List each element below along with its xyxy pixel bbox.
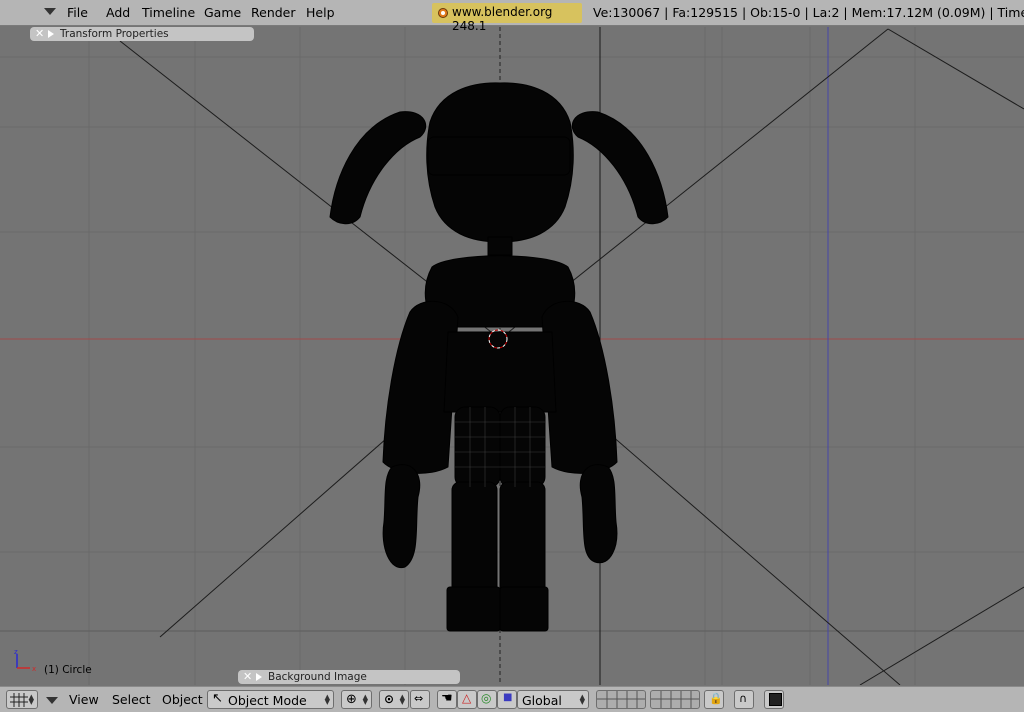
axis-z-label: z xyxy=(14,648,18,656)
character-mesh-wireframe xyxy=(329,82,669,632)
orientation-selector[interactable]: Global ▲ ▼ xyxy=(517,690,589,709)
align-icon: ⇔ xyxy=(414,692,424,705)
panel-title: Transform Properties xyxy=(60,28,169,40)
snap-toggle[interactable]: ∩ xyxy=(734,690,754,709)
editor-type-selector[interactable]: ▲ ▼ xyxy=(6,690,38,709)
layer-buttons-group-2[interactable] xyxy=(650,690,700,709)
layer-buttons-group-1[interactable] xyxy=(596,690,646,709)
blender-logo-icon xyxy=(438,8,448,18)
panel-title: Background Image xyxy=(268,671,367,683)
lock-layers-button[interactable]: 🔒 xyxy=(704,690,724,709)
transform-properties-panel-header[interactable]: ✕ Transform Properties xyxy=(30,27,254,41)
mode-label: Object Mode xyxy=(228,693,307,708)
rotate-circle-icon: ◎ xyxy=(481,691,492,705)
menu-help[interactable]: Help xyxy=(306,5,335,20)
manipulator-toggle[interactable]: ☚ xyxy=(437,690,457,709)
scale-manipulator-button[interactable]: ■ xyxy=(497,690,517,709)
spin-arrows-icon: ▲ ▼ xyxy=(362,693,368,706)
layer-grid-icon xyxy=(597,691,645,708)
menu-view[interactable]: View xyxy=(69,692,99,707)
menu-collapse-icon[interactable] xyxy=(46,697,58,704)
magnet-icon: ∩ xyxy=(739,692,748,705)
menu-render[interactable]: Render xyxy=(251,5,296,20)
menu-select[interactable]: Select xyxy=(112,692,151,707)
grid-editor-icon xyxy=(10,693,28,707)
lock-icon: 🔒 xyxy=(709,692,723,705)
layer-grid-icon xyxy=(651,691,699,708)
menu-file[interactable]: File xyxy=(67,5,88,20)
translate-triangle-icon: △ xyxy=(462,691,472,705)
menu-object[interactable]: Object xyxy=(162,692,203,707)
expand-triangle-icon[interactable] xyxy=(256,673,262,681)
scale-square-icon: ■ xyxy=(503,692,513,703)
viewport-header: ▲ ▼ View Select Object ↖ Object Mode ▲ ▼ ⊕… xyxy=(0,686,1024,712)
close-icon[interactable]: ✕ xyxy=(35,27,44,41)
background-image-panel-header[interactable]: ✕ Background Image xyxy=(238,670,460,684)
axis-x-label: x xyxy=(32,665,36,673)
3d-viewport[interactable]: ✕ Transform Properties ✕ Background Imag… xyxy=(0,27,1024,685)
pivot-icon: ⊙ xyxy=(384,692,395,706)
image-icon xyxy=(769,693,782,706)
translate-manipulator-button[interactable]: △ xyxy=(457,690,477,709)
active-object-label: (1) Circle xyxy=(44,664,92,676)
hand-icon: ☚ xyxy=(441,691,453,706)
blender-version-badge[interactable]: www.blender.org 248.1 xyxy=(432,3,582,33)
mode-selector[interactable]: ↖ Object Mode ▲ ▼ xyxy=(207,690,334,709)
menu-timeline[interactable]: Timeline xyxy=(142,5,195,20)
axis-orientation-widget: z x xyxy=(14,648,36,673)
wireframe-sphere-icon: ⊕ xyxy=(346,692,357,707)
spin-arrows-icon: ▲ ▼ xyxy=(579,693,585,706)
menu-add[interactable]: Add xyxy=(106,5,130,20)
draw-type-selector[interactable]: ⊕ ▲ ▼ xyxy=(341,690,372,709)
top-header: File Add Timeline Game Render Help www.b… xyxy=(0,0,1024,33)
orientation-label: Global xyxy=(522,693,562,708)
header-dropdown-icon[interactable] xyxy=(44,8,56,15)
rotate-manipulator-button[interactable]: ◎ xyxy=(477,690,497,709)
render-preview-button[interactable] xyxy=(764,690,784,709)
close-icon[interactable]: ✕ xyxy=(243,670,252,684)
expand-triangle-icon[interactable] xyxy=(48,30,54,38)
viewport-canvas xyxy=(0,27,1024,685)
pivot-selector[interactable]: ⊙ ▲ ▼ xyxy=(379,690,409,709)
spin-arrows-icon: ▲ ▼ xyxy=(399,693,405,706)
spin-arrows-icon: ▲ ▼ xyxy=(324,693,330,706)
align-toggle[interactable]: ⇔ xyxy=(410,690,430,709)
scene-stats: Ve:130067 | Fa:129515 | Ob:15-0 | La:2 |… xyxy=(593,5,1024,20)
object-mode-icon: ↖ xyxy=(212,691,223,706)
spin-arrows-icon: ▲ ▼ xyxy=(28,693,34,706)
menu-game[interactable]: Game xyxy=(204,5,241,20)
